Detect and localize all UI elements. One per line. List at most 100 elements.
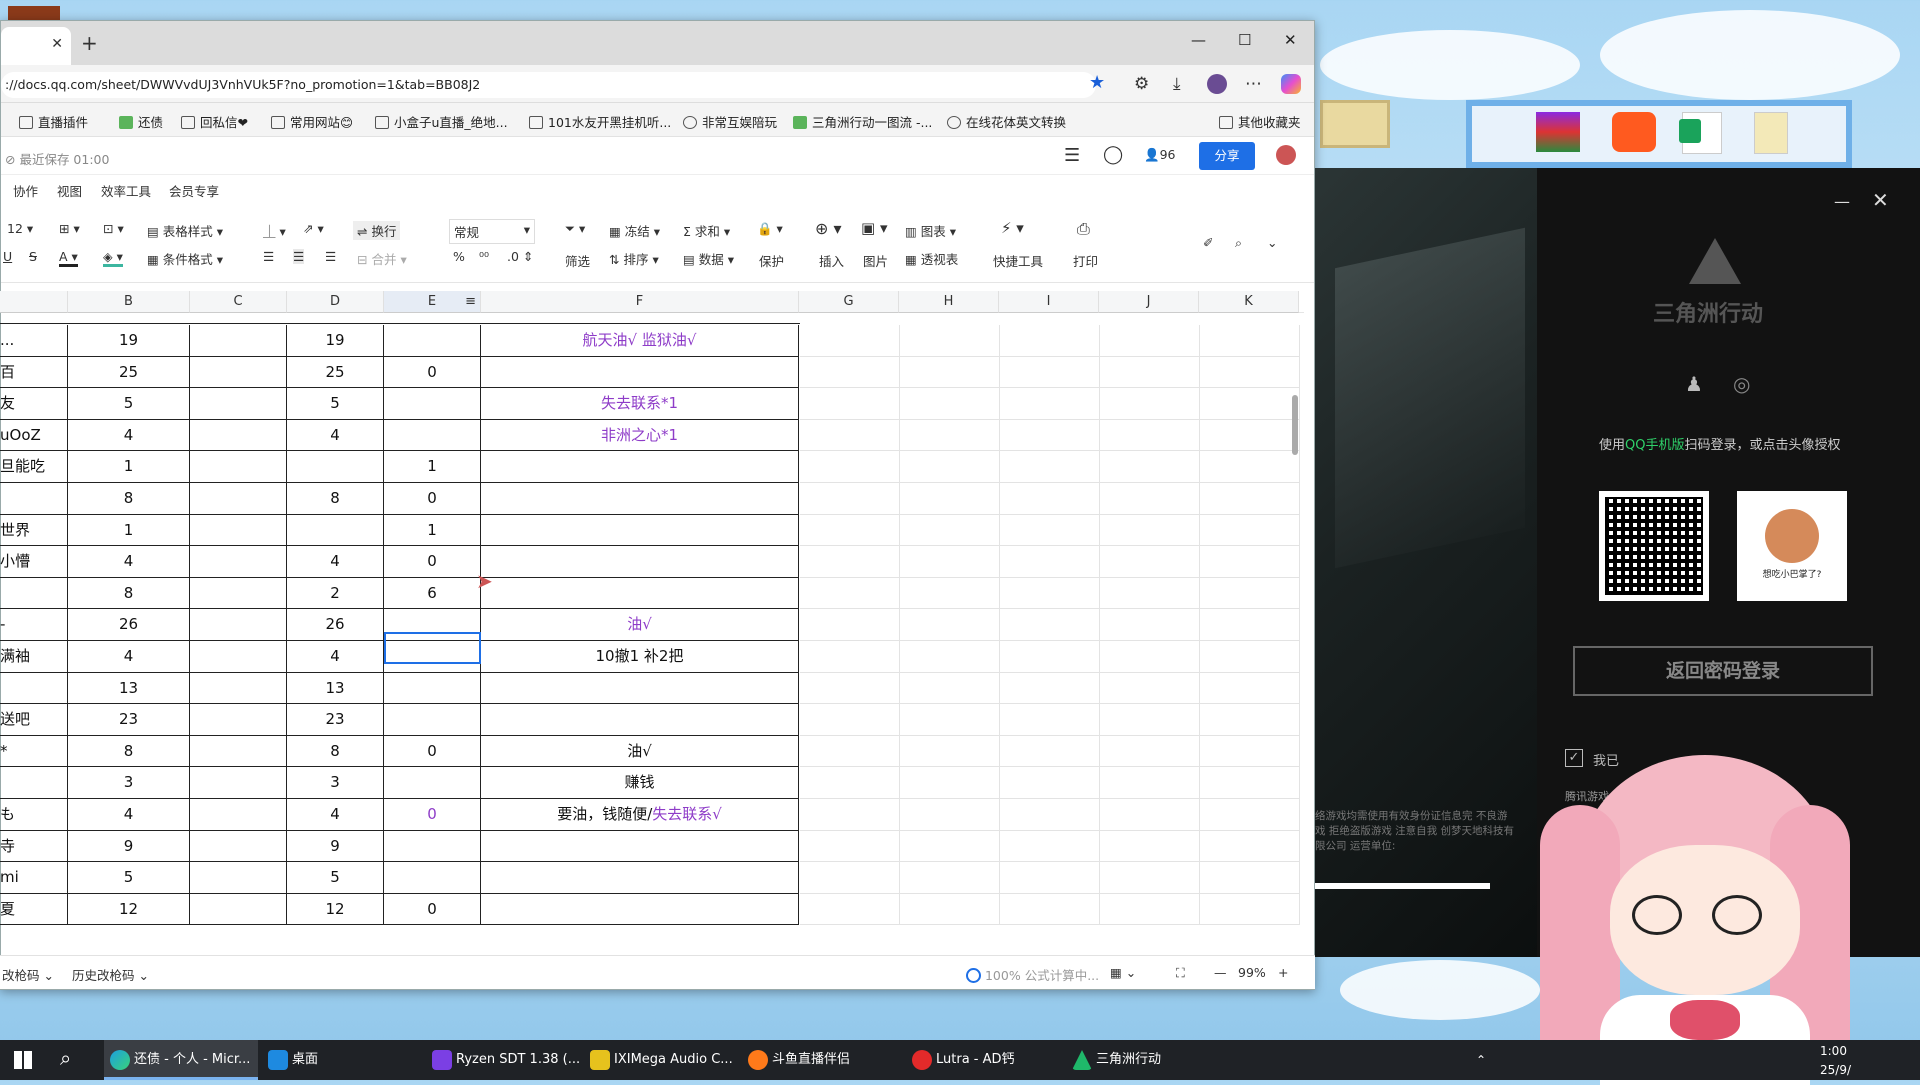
empty-cell[interactable]: [1100, 609, 1200, 641]
empty-cell[interactable]: [800, 799, 900, 831]
cell-f[interactable]: [481, 704, 799, 736]
cell-a[interactable]: *: [0, 735, 68, 768]
start-icon[interactable]: [14, 1051, 32, 1069]
cell-b[interactable]: 12: [68, 893, 190, 926]
empty-cell[interactable]: [1000, 388, 1100, 420]
empty-cell[interactable]: [800, 735, 900, 768]
empty-cell[interactable]: [1200, 893, 1300, 926]
cell-c[interactable]: [190, 419, 287, 452]
bookmark-folder[interactable]: 直播插件: [19, 112, 88, 131]
qq-icon[interactable]: ♟: [1685, 372, 1703, 396]
column-header-c[interactable]: C: [190, 291, 287, 313]
menu-view[interactable]: 视图: [57, 181, 82, 200]
empty-cell[interactable]: [800, 546, 900, 578]
cell-a[interactable]: も: [0, 799, 68, 831]
tray-clock-date[interactable]: 25/9/: [1820, 1060, 1851, 1080]
empty-cell[interactable]: [1200, 609, 1300, 641]
menu-efficiency[interactable]: 效率工具: [101, 181, 151, 200]
empty-cell[interactable]: [800, 325, 900, 357]
cell-c[interactable]: [190, 893, 287, 926]
cell-e[interactable]: [384, 704, 481, 736]
wrap-button[interactable]: ⇌ 换行: [353, 221, 401, 240]
cell-c[interactable]: [190, 577, 287, 610]
empty-cell[interactable]: [1200, 388, 1300, 420]
empty-cell[interactable]: [800, 356, 900, 389]
column-header-k[interactable]: K: [1199, 291, 1299, 313]
cell-d[interactable]: 12: [287, 893, 384, 926]
cell-c[interactable]: [190, 862, 287, 894]
empty-cell[interactable]: [900, 767, 1000, 799]
cell-e[interactable]: 0: [384, 799, 481, 831]
cell-b[interactable]: 5: [68, 388, 190, 420]
copilot-icon[interactable]: [1281, 74, 1301, 94]
decimal-button[interactable]: .0 ⇕: [507, 249, 533, 264]
cell-e[interactable]: [384, 830, 481, 863]
empty-cell[interactable]: [900, 514, 1000, 547]
new-tab-icon[interactable]: +: [81, 31, 98, 55]
minimize-icon[interactable]: —: [1834, 192, 1850, 211]
cell-d[interactable]: 25: [287, 356, 384, 389]
cell-e[interactable]: 0: [384, 893, 481, 926]
empty-cell[interactable]: [1200, 799, 1300, 831]
more-menu-icon[interactable]: ⋯: [1245, 74, 1262, 94]
download-icon[interactable]: ⤓: [1173, 74, 1181, 94]
empty-cell[interactable]: [1100, 830, 1200, 863]
empty-cell[interactable]: [1100, 451, 1200, 483]
empty-cell[interactable]: [1000, 799, 1100, 831]
insert-icon[interactable]: ⊕ ▾: [815, 219, 842, 238]
image-icon[interactable]: ▣ ▾: [861, 219, 887, 237]
app-icon[interactable]: [1612, 112, 1656, 152]
empty-cell[interactable]: [1100, 483, 1200, 515]
empty-cell[interactable]: [1100, 767, 1200, 799]
bookmark-link[interactable]: 还债: [119, 112, 163, 131]
empty-cell[interactable]: [900, 893, 1000, 926]
empty-cell[interactable]: [1100, 735, 1200, 768]
cell-b[interactable]: 13: [68, 672, 190, 705]
empty-cell[interactable]: [1100, 862, 1200, 894]
font-size-select[interactable]: 12 ▾: [7, 221, 33, 236]
freeze-button[interactable]: ▦ 冻结 ▾: [609, 221, 660, 240]
align-left-icon[interactable]: ☰: [263, 249, 274, 264]
empty-cell[interactable]: [1000, 672, 1100, 705]
cell-d[interactable]: 4: [287, 546, 384, 578]
empty-cell[interactable]: [900, 641, 1000, 673]
empty-cell[interactable]: [900, 609, 1000, 641]
empty-cell[interactable]: [1000, 325, 1100, 357]
empty-cell[interactable]: [1200, 672, 1300, 705]
print-icon[interactable]: ⎙: [1077, 219, 1090, 239]
empty-cell[interactable]: [1000, 419, 1100, 452]
empty-cell[interactable]: [1200, 767, 1300, 799]
empty-cell[interactable]: [1200, 325, 1300, 357]
cell-f[interactable]: [481, 672, 799, 705]
cell-b[interactable]: 3: [68, 767, 190, 799]
empty-cell[interactable]: [1000, 356, 1100, 389]
strikethrough-icon[interactable]: S: [29, 249, 37, 264]
number-format-select[interactable]: 常规 ▾: [449, 219, 535, 244]
cell-d[interactable]: 8: [287, 735, 384, 768]
bookmark-link[interactable]: 非常互娱陪玩: [683, 112, 777, 131]
cell-f[interactable]: 油√: [481, 735, 799, 768]
user-avatar[interactable]: [1276, 145, 1296, 165]
empty-cell[interactable]: [800, 609, 900, 641]
bookmark-link[interactable]: 三角洲行动一图流 -...: [793, 112, 932, 131]
cell-b[interactable]: 8: [68, 735, 190, 768]
column-header-g[interactable]: G: [799, 291, 899, 313]
cell-a[interactable]: mi: [0, 862, 68, 894]
empty-cell[interactable]: [1100, 546, 1200, 578]
align-right-icon[interactable]: ☰: [325, 249, 336, 264]
empty-cell[interactable]: [900, 672, 1000, 705]
thousands-button[interactable]: ⁰⁰: [479, 249, 489, 264]
empty-cell[interactable]: [1000, 641, 1100, 673]
cell-d[interactable]: 5: [287, 388, 384, 420]
maximize-icon[interactable]: ☐: [1238, 31, 1251, 49]
empty-cell[interactable]: [1000, 609, 1100, 641]
cell-c[interactable]: [190, 704, 287, 736]
empty-cell[interactable]: [1200, 577, 1300, 610]
empty-cell[interactable]: [800, 704, 900, 736]
cell-e[interactable]: [384, 767, 481, 799]
bookmark-folder[interactable]: 回私信❤: [181, 112, 248, 131]
cell-b[interactable]: 8: [68, 577, 190, 610]
empty-cell[interactable]: [1200, 641, 1300, 673]
close-tab-icon[interactable]: ✕: [51, 36, 63, 52]
empty-cell[interactable]: [1200, 546, 1300, 578]
